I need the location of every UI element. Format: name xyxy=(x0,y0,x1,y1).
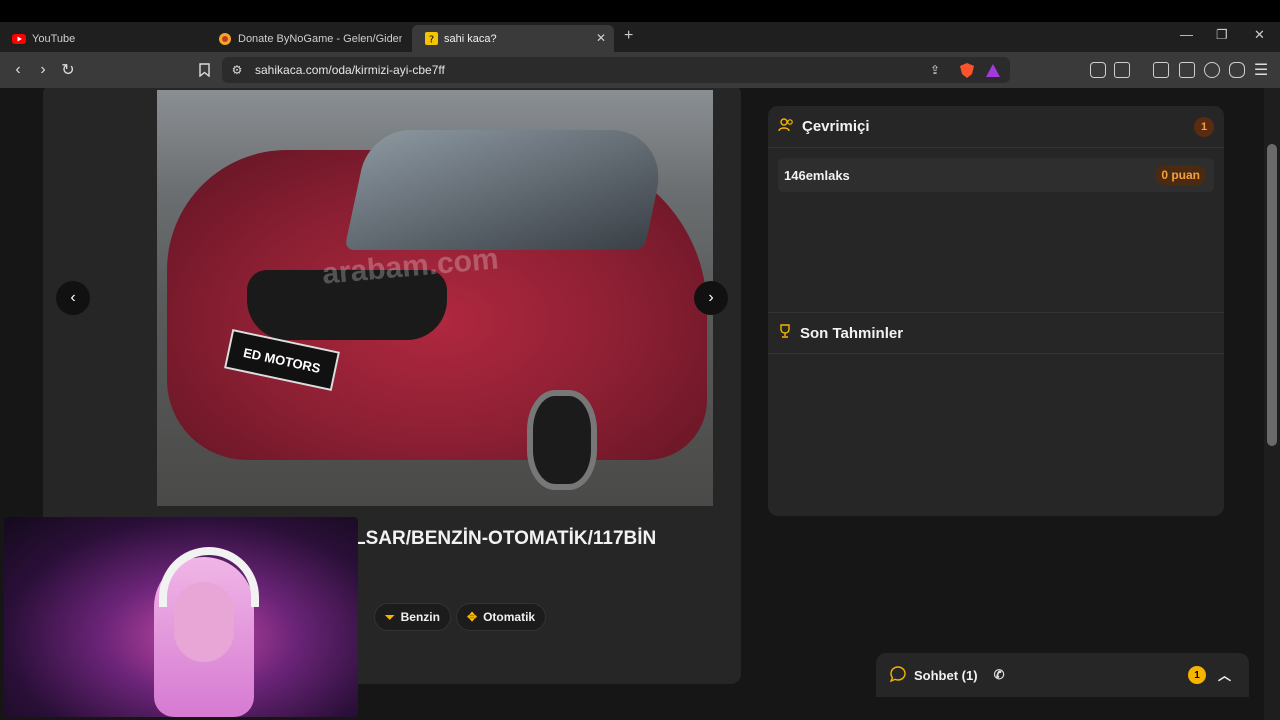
car-wheel xyxy=(527,390,597,490)
os-top-strip xyxy=(0,0,1280,22)
youtube-icon xyxy=(12,32,26,46)
car-windshield xyxy=(344,130,670,250)
online-title: Çevrimiçi xyxy=(802,118,870,135)
user-score-badge: 0 puan xyxy=(1155,165,1206,185)
streamer-webcam xyxy=(4,517,358,717)
svg-text:?: ? xyxy=(428,35,433,46)
bynogame-icon xyxy=(218,32,232,46)
online-user-row[interactable]: 146emlaks 0 puan xyxy=(778,158,1214,192)
online-count-badge: 1 xyxy=(1194,117,1214,137)
chat-bar[interactable]: Sohbet (1) ✆ 1 ︿ xyxy=(876,653,1249,697)
extensions-icon[interactable] xyxy=(1090,62,1106,78)
back-icon[interactable]: ‹ xyxy=(9,61,27,79)
scrollbar-thumb[interactable] xyxy=(1267,144,1277,446)
tab-bynogame[interactable]: Donate ByNoGame - Gelen/Giden Ba xyxy=(206,25,402,52)
guesses-header: Son Tahminler xyxy=(768,312,1224,354)
close-icon[interactable]: ✕ xyxy=(596,31,606,45)
tab-label: Donate ByNoGame - Gelen/Giden Ba xyxy=(238,32,402,45)
prev-photo-button[interactable]: ‹ xyxy=(56,281,90,315)
guesses-title: Son Tahminler xyxy=(800,324,904,342)
sidebar-icon[interactable] xyxy=(1153,62,1169,78)
chat-label: Sohbet (1) xyxy=(914,667,978,683)
gear-shift-icon: ✥ xyxy=(467,610,478,624)
url-bar[interactable]: ⚙ sahikaca.com/oda/kirmizi-ayi-cbe7ff ⇪ xyxy=(222,57,1010,83)
reload-icon[interactable]: ↻ xyxy=(59,61,77,79)
browser-tab-bar: YouTube Donate ByNoGame - Gelen/Giden Ba… xyxy=(0,22,1280,52)
brave-rewards-icon[interactable] xyxy=(984,61,1002,79)
vpn-icon[interactable] xyxy=(1229,62,1245,78)
chip-transmission[interactable]: ✥ Otomatik xyxy=(456,603,547,631)
reader-icon[interactable] xyxy=(1114,62,1130,78)
user-name: 146emlaks xyxy=(784,167,850,183)
forward-icon[interactable]: › xyxy=(34,61,52,79)
headphones xyxy=(159,547,259,607)
share-icon[interactable]: ⇪ xyxy=(926,61,944,79)
window-close-icon[interactable]: ✕ xyxy=(1254,27,1265,43)
tab-label: YouTube xyxy=(32,32,76,45)
page-scrollbar[interactable] xyxy=(1264,88,1280,720)
chip-label: Otomatik xyxy=(483,610,536,624)
new-tab-button[interactable]: + xyxy=(624,27,633,45)
online-header: Çevrimiçi 1 xyxy=(768,106,1224,148)
trophy-icon xyxy=(778,324,792,342)
chevron-up-icon[interactable]: ︿ xyxy=(1218,665,1231,684)
address-toolbar: ‹ › ↻ ⚙ sahikaca.com/oda/kirmizi-ayi-cbe… xyxy=(0,52,1280,88)
chat-unread-badge: 1 xyxy=(1188,666,1206,684)
site-settings-icon[interactable]: ⚙ xyxy=(228,61,246,79)
chat-bubble-icon xyxy=(889,665,906,685)
listing-photo[interactable]: ED MOTORS arabam.com xyxy=(157,90,713,506)
menu-icon[interactable]: ☰ xyxy=(1252,61,1270,79)
chip-fuel[interactable]: ⏷ Benzin xyxy=(374,603,451,631)
url-text: sahikaca.com/oda/kirmizi-ayi-cbe7ff xyxy=(255,63,445,77)
leo-ai-icon[interactable] xyxy=(1204,62,1220,78)
tab-sahikaca[interactable]: ? sahi kaca? ✕ xyxy=(412,25,614,52)
minimize-icon[interactable]: — xyxy=(1180,27,1193,42)
restore-icon[interactable]: ❐ xyxy=(1216,27,1228,43)
sidebar-card: Çevrimiçi 1 146emlaks 0 puan Son Tahminl… xyxy=(768,106,1224,516)
bookmark-icon[interactable] xyxy=(195,61,213,79)
question-icon: ? xyxy=(424,32,438,46)
brave-shield-icon[interactable] xyxy=(958,61,976,79)
phone-icon[interactable]: ✆ xyxy=(994,667,1005,683)
chip-label: Benzin xyxy=(400,610,440,624)
tab-label: sahi kaca? xyxy=(444,32,497,45)
next-photo-button[interactable]: › xyxy=(694,281,728,315)
wallet-icon[interactable] xyxy=(1179,62,1195,78)
tab-youtube[interactable]: YouTube xyxy=(0,25,205,52)
users-icon xyxy=(778,117,794,136)
filter-icon: ⏷ xyxy=(385,609,395,624)
listing-title: LSAR/BENZİN-OTOMATİK/117BİN xyxy=(354,528,657,549)
